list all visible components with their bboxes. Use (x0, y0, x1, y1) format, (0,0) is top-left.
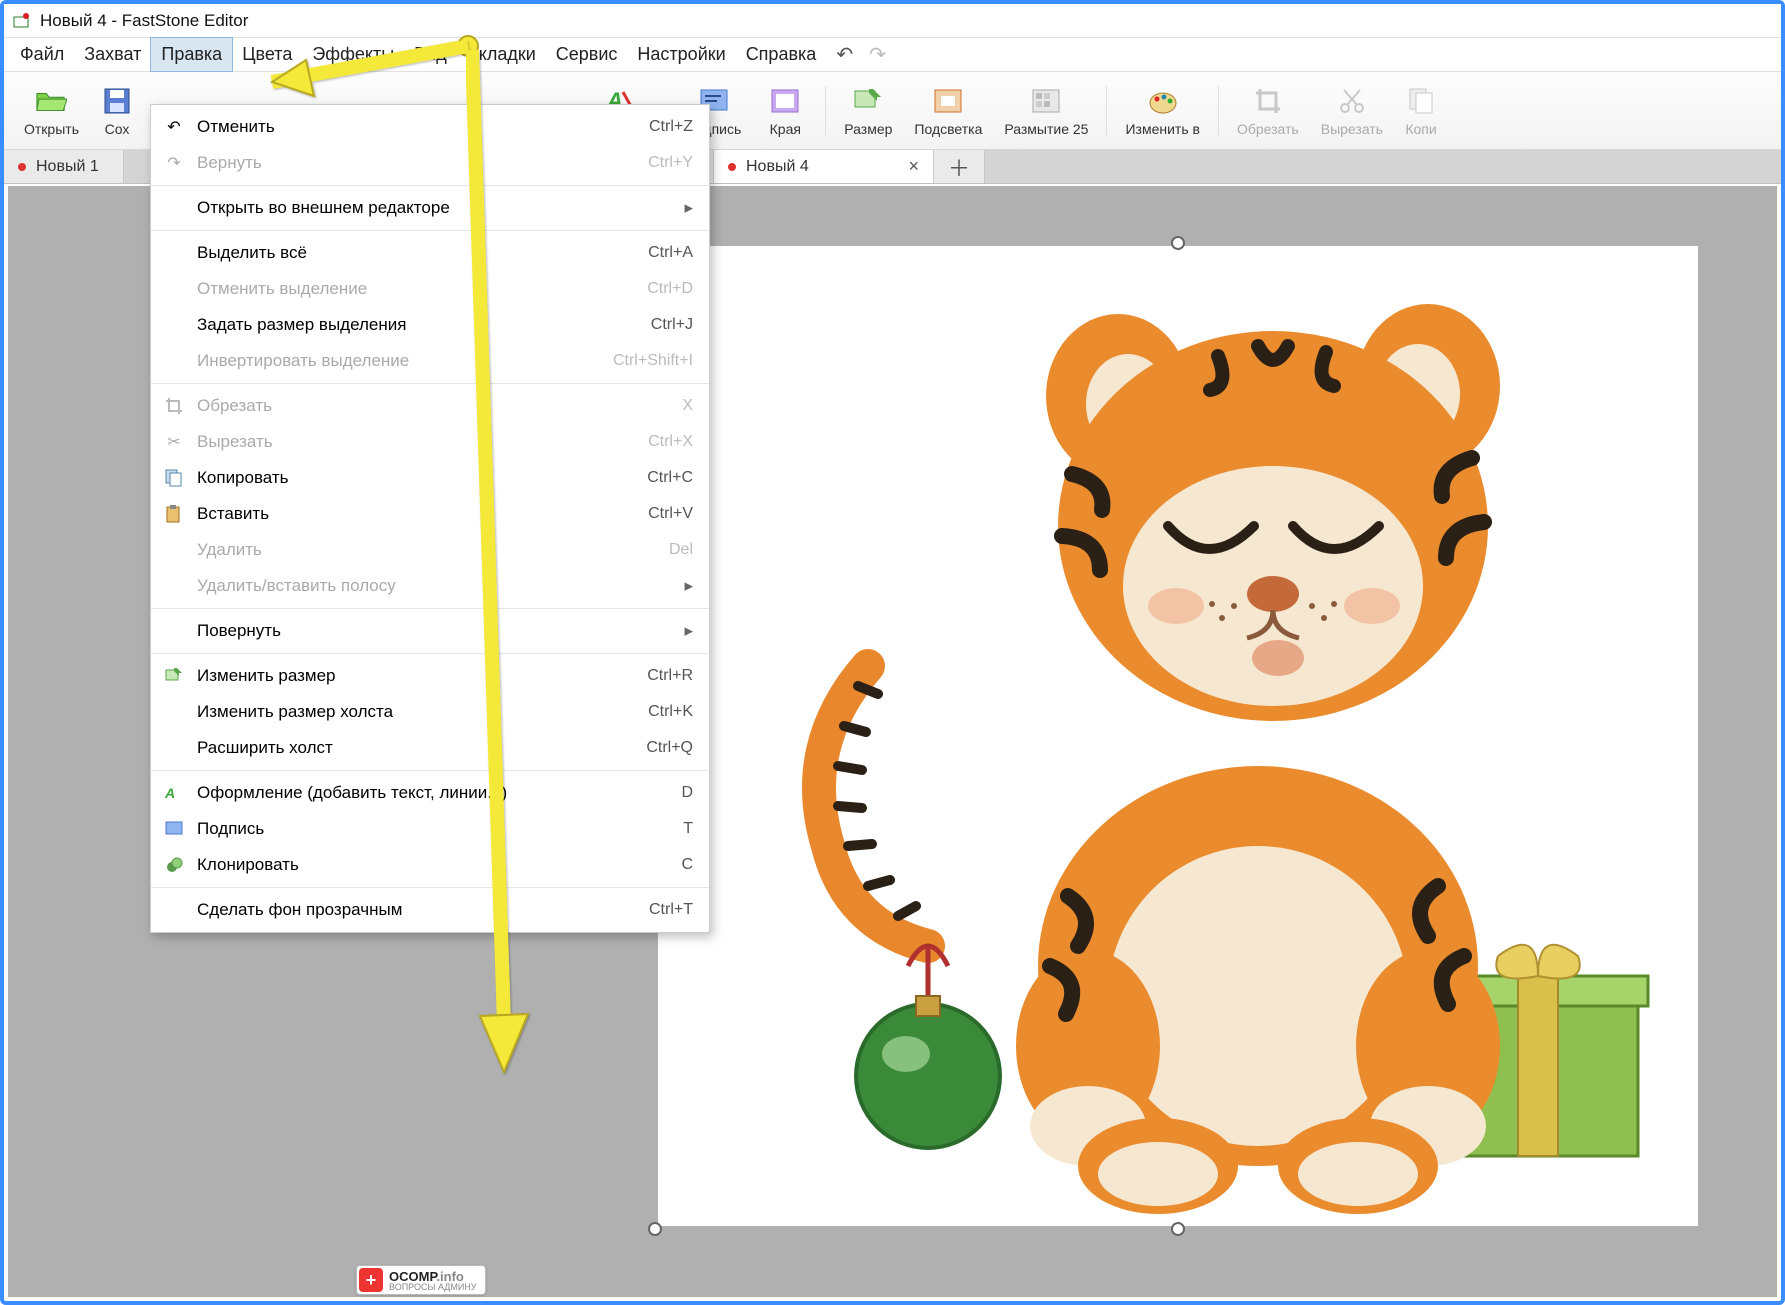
tab-novy1[interactable]: Новый 1 (4, 150, 124, 183)
menu-cut[interactable]: ✂ Вырезать Ctrl+X (151, 424, 709, 460)
menu-crop[interactable]: Обрезать X (151, 388, 709, 424)
blur-icon (1030, 85, 1062, 117)
menubar: Файл Захват Правка Цвета Эффекты Вид Вкл… (4, 38, 1781, 72)
folder-open-icon (35, 85, 67, 117)
highlight-icon (932, 85, 964, 117)
menu-deselect[interactable]: Отменить выделение Ctrl+D (151, 271, 709, 307)
toolbar-edges[interactable]: Края (753, 76, 817, 146)
edit-dropdown: ↶ Отменить Ctrl+Z ↷ Вернуть Ctrl+Y Откры… (150, 104, 710, 933)
chevron-right-icon: ▸ (684, 198, 693, 218)
modified-dot-icon (728, 163, 736, 171)
toolbar-copy[interactable]: Копи (1395, 76, 1447, 146)
menu-copy[interactable]: Копировать Ctrl+C (151, 460, 709, 496)
toolbar-cut[interactable]: Вырезать (1311, 76, 1393, 146)
resize-handle[interactable] (1171, 1222, 1185, 1236)
menu-effects[interactable]: Эффекты (302, 38, 404, 71)
canvas-selection[interactable] (658, 246, 1698, 1226)
copy-icon (159, 466, 189, 490)
tab-new[interactable]: ＋ (934, 150, 985, 183)
menu-capture[interactable]: Захват (74, 38, 151, 71)
close-icon[interactable]: × (908, 156, 919, 177)
menu-set-selection-size[interactable]: Задать размер выделения Ctrl+J (151, 307, 709, 343)
canvas[interactable] (658, 246, 1698, 1226)
copy-icon (1405, 85, 1437, 117)
disk-icon (101, 85, 133, 117)
resize-handle[interactable] (648, 1222, 662, 1236)
clone-icon (159, 853, 189, 877)
menu-edit[interactable]: Правка (151, 38, 232, 71)
pencil-a-icon: A (159, 781, 189, 805)
menu-file[interactable]: Файл (10, 38, 74, 71)
menu-undo[interactable]: ↶ Отменить Ctrl+Z (151, 109, 709, 145)
crop-icon (159, 394, 189, 418)
watermark: + OCOMP.info ВОПРОСЫ АДМИНУ (356, 1265, 486, 1295)
svg-text:A: A (165, 785, 175, 801)
menu-tabs[interactable]: Вкладки (457, 38, 546, 71)
resize-icon (852, 85, 884, 117)
menu-open-external[interactable]: Открыть во внешнем редакторе ▸ (151, 190, 709, 226)
menu-transparent-bg[interactable]: Сделать фон прозрачным Ctrl+T (151, 892, 709, 928)
menu-clone[interactable]: Клонировать C (151, 847, 709, 883)
undo-icon: ↶ (159, 115, 189, 139)
palette-icon (1147, 85, 1179, 117)
undo-redo-group: ↶ ↷ (826, 38, 896, 71)
toolbar-blur[interactable]: Размытие 25 (994, 76, 1098, 146)
scissors-icon: ✂ (159, 430, 189, 454)
menu-canvas-size[interactable]: Изменить размер холста Ctrl+K (151, 694, 709, 730)
resize-icon (159, 664, 189, 688)
redo-icon[interactable]: ↷ (869, 42, 886, 67)
menu-service[interactable]: Сервис (546, 38, 628, 71)
menu-colors[interactable]: Цвета (232, 38, 302, 71)
app-icon (12, 11, 32, 31)
menu-settings[interactable]: Настройки (627, 38, 735, 71)
toolbar-crop[interactable]: Обрезать (1227, 76, 1309, 146)
menu-help[interactable]: Справка (736, 38, 827, 71)
caption-icon (159, 817, 189, 841)
menu-draw[interactable]: A Оформление (добавить текст, линии...) … (151, 775, 709, 811)
menu-expand-canvas[interactable]: Расширить холст Ctrl+Q (151, 730, 709, 766)
menu-delete-insert-strip[interactable]: Удалить/вставить полосу ▸ (151, 568, 709, 604)
paste-icon (159, 502, 189, 526)
chevron-right-icon: ▸ (684, 576, 693, 596)
menu-select-all[interactable]: Выделить всё Ctrl+A (151, 235, 709, 271)
titlebar: Новый 4 - FastStone Editor (4, 4, 1781, 38)
resize-handle[interactable] (1171, 236, 1185, 250)
undo-icon[interactable]: ↶ (836, 42, 853, 67)
modified-dot-icon (18, 163, 26, 171)
menu-view[interactable]: Вид (404, 38, 457, 71)
toolbar-change-in[interactable]: Изменить в (1115, 76, 1209, 146)
menu-invert-selection[interactable]: Инвертировать выделение Ctrl+Shift+I (151, 343, 709, 379)
toolbar-resize[interactable]: Размер (834, 76, 902, 146)
toolbar-save[interactable]: Сох (91, 76, 143, 146)
menu-rotate[interactable]: Повернуть ▸ (151, 613, 709, 649)
tab-novy4[interactable]: Новый 4 × (714, 150, 934, 183)
canvas-image (658, 246, 1698, 1226)
menu-redo[interactable]: ↷ Вернуть Ctrl+Y (151, 145, 709, 181)
scissors-icon (1336, 85, 1368, 117)
redo-icon: ↷ (159, 151, 189, 175)
menu-resize[interactable]: Изменить размер Ctrl+R (151, 658, 709, 694)
plus-icon: + (359, 1268, 383, 1292)
menu-delete[interactable]: Удалить Del (151, 532, 709, 568)
chevron-right-icon: ▸ (684, 621, 693, 641)
edges-icon (769, 85, 801, 117)
toolbar-highlight[interactable]: Подсветка (904, 76, 992, 146)
menu-caption[interactable]: Подпись T (151, 811, 709, 847)
toolbar-open[interactable]: Открыть (14, 76, 89, 146)
window-title: Новый 4 - FastStone Editor (40, 11, 248, 31)
crop-icon (1252, 85, 1284, 117)
menu-paste[interactable]: Вставить Ctrl+V (151, 496, 709, 532)
